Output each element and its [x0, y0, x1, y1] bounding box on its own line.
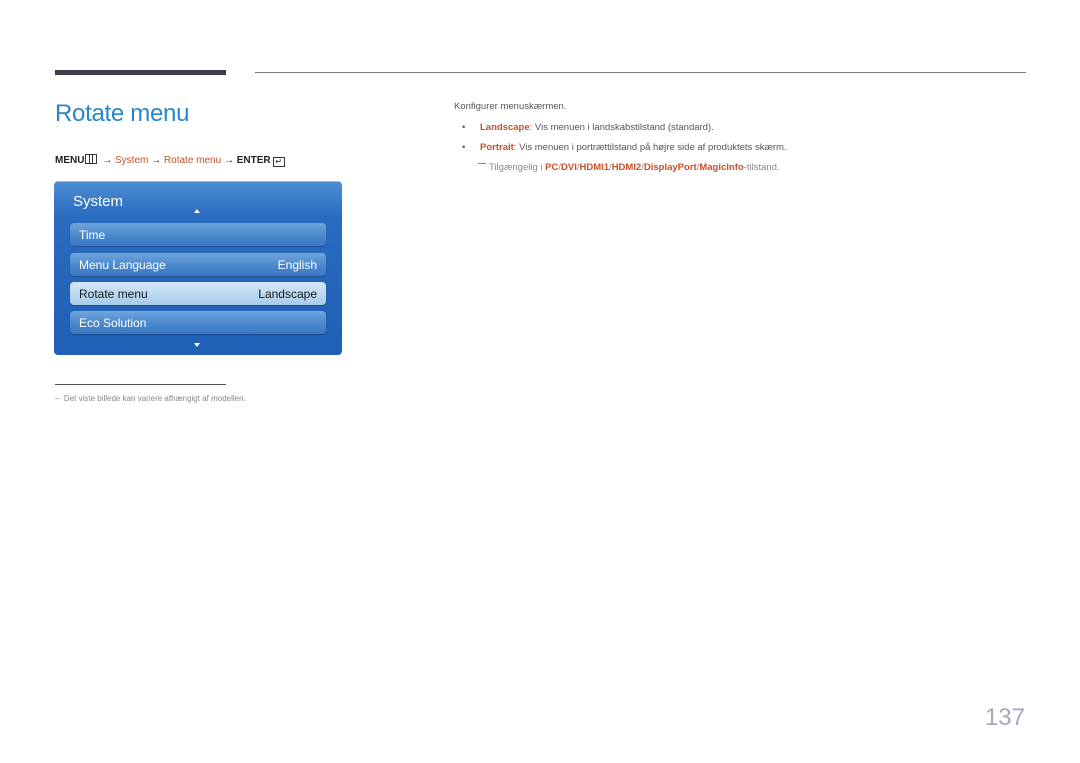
note-source: PC: [545, 162, 559, 173]
osd-item-menu-language[interactable]: Menu Language English: [70, 253, 326, 276]
osd-item-value: English: [277, 258, 317, 272]
osd-title: System: [73, 193, 124, 210]
osd-system-menu: System Time Menu Language English Rotate…: [54, 181, 342, 355]
menu-key-label: MENU: [55, 155, 85, 166]
scroll-down-arrow-icon[interactable]: [194, 343, 200, 347]
bullet-text: : Vis menuen i portrættilstand på højre …: [513, 142, 787, 153]
osd-item-label: Rotate menu: [79, 287, 148, 301]
path-rotate-menu: Rotate menu: [163, 155, 222, 166]
note-source: HDMI2: [611, 162, 642, 173]
osd-item-rotate-menu[interactable]: Rotate menu Landscape: [70, 282, 326, 305]
header-rule-thick: [55, 70, 226, 75]
bullet-portrait: • Portrait: Vis menuen i portrættilstand …: [462, 142, 787, 153]
enter-icon: ↵: [272, 157, 285, 167]
bullet-text: : Vis menuen i landskabstilstand (standa…: [529, 122, 714, 133]
note-source: HDMI1: [579, 162, 610, 173]
footnote-text: Det viste billede kan variere afhængigt …: [63, 394, 246, 403]
page-title: Rotate menu: [55, 100, 190, 127]
footnote: – Det viste billede kan variere afhængig…: [55, 394, 246, 403]
path-arrow: →: [151, 155, 162, 166]
availability-note: Tilgængelig i PC/DVI/HDMI1/HDMI2/Display…: [478, 162, 780, 173]
bullet-term: Landscape: [480, 122, 530, 133]
footnote-dash: –: [55, 394, 60, 403]
note-source: DisplayPort: [643, 162, 697, 173]
osd-item-label: Menu Language: [79, 258, 166, 272]
path-system: System: [115, 155, 149, 166]
osd-item-eco-solution[interactable]: Eco Solution: [70, 311, 326, 334]
bullet-dot-icon: •: [462, 142, 466, 153]
osd-item-label: Time: [79, 228, 106, 242]
osd-item-value: Landscape: [258, 287, 317, 301]
note-prefix: Tilgængelig i: [489, 162, 546, 173]
menu-path-breadcrumb: MENU → System → Rotate menu → ENTER ↵: [55, 154, 285, 167]
scroll-up-arrow-icon[interactable]: [194, 209, 200, 213]
path-arrow: →: [102, 155, 113, 166]
note-source: DVI: [561, 162, 577, 173]
header-rule-thin: [255, 72, 1026, 73]
bullet-term: Portrait: [480, 142, 514, 153]
note-source: MagicInfo: [699, 162, 744, 173]
bullet-landscape: • Landscape: Vis menuen i landskabstilsta…: [462, 122, 714, 133]
note-dash-icon: [478, 162, 486, 164]
menu-grid-icon: [85, 154, 98, 164]
page-number: 137: [984, 704, 1025, 731]
note-suffix: -tilstand.: [743, 162, 780, 173]
osd-item-label: Eco Solution: [79, 316, 147, 330]
osd-item-time[interactable]: Time: [70, 223, 326, 246]
path-arrow: →: [223, 155, 234, 166]
bullet-dot-icon: •: [462, 122, 466, 133]
footnote-rule: [55, 384, 226, 385]
enter-key-label: ENTER: [236, 155, 271, 166]
intro-text: Konfigurer menuskærmen.: [454, 101, 567, 112]
